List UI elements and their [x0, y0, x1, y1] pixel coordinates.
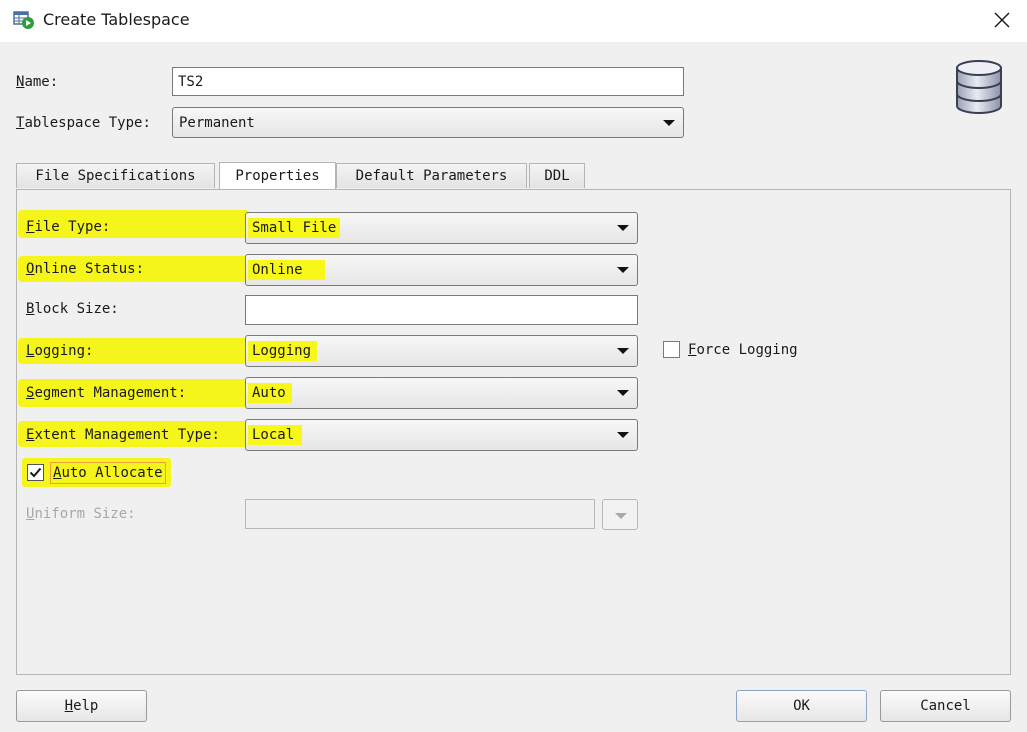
help-button[interactable]: Help — [16, 690, 147, 722]
logging-label: Logging: — [26, 343, 94, 359]
uniform-size-unit-select — [602, 499, 638, 530]
tab-file-specifications[interactable]: File Specifications — [16, 163, 215, 188]
file-type-select[interactable]: Small File — [245, 212, 638, 244]
close-button[interactable] — [986, 6, 1018, 34]
window-title: Create Tablespace — [43, 10, 190, 29]
tablespace-app-icon — [13, 11, 34, 29]
tablespace-type-value: Permanent — [179, 114, 255, 131]
auto-allocate-checkbox[interactable] — [27, 464, 44, 481]
extent-management-label: Extent Management Type: — [26, 427, 220, 443]
extent-management-value: Local — [248, 425, 303, 445]
logging-value: Logging — [248, 341, 318, 361]
name-label: Name: — [16, 74, 59, 90]
uniform-size-input — [245, 499, 595, 529]
file-type-label: File Type: — [26, 219, 111, 235]
block-size-input[interactable] — [245, 295, 638, 325]
tab-properties[interactable]: Properties — [219, 162, 336, 189]
name-input[interactable]: TS2 — [172, 67, 684, 96]
force-logging-label[interactable]: Force Logging — [688, 341, 798, 359]
extent-management-select[interactable]: Local — [245, 419, 638, 451]
segment-management-label: Segment Management: — [26, 385, 187, 401]
chevron-down-icon — [663, 119, 675, 126]
block-size-label: Block Size: — [26, 301, 119, 317]
logging-select[interactable]: Logging — [245, 335, 638, 367]
chevron-down-icon — [617, 267, 629, 273]
close-icon — [994, 12, 1010, 28]
online-status-value: Online — [248, 260, 325, 280]
cancel-button[interactable]: Cancel — [880, 690, 1011, 722]
tablespace-type-label: Tablespace Type: — [16, 115, 151, 131]
force-logging-checkbox[interactable] — [663, 341, 680, 358]
chevron-down-icon — [617, 225, 629, 231]
title-bar: Create Tablespace — [0, 0, 1027, 42]
name-input-value: TS2 — [178, 73, 204, 90]
chevron-down-icon — [617, 432, 629, 438]
uniform-size-label: Uniform Size: — [26, 506, 136, 522]
create-tablespace-dialog: Create Tablespace Name: TS2 Tablespace T… — [0, 0, 1027, 732]
segment-management-select[interactable]: Auto — [245, 377, 638, 409]
tab-ddl[interactable]: DDL — [529, 163, 585, 188]
chevron-down-icon — [615, 513, 627, 519]
tablespace-type-select[interactable]: Permanent — [172, 107, 684, 138]
auto-allocate-label[interactable]: Auto Allocate — [50, 462, 166, 484]
ok-button[interactable]: OK — [736, 690, 867, 722]
segment-management-value: Auto — [248, 383, 292, 403]
checkmark-icon — [29, 467, 42, 478]
database-icon — [956, 60, 1002, 114]
tab-default-parameters[interactable]: Default Parameters — [336, 163, 527, 188]
chevron-down-icon — [617, 348, 629, 354]
online-status-select[interactable]: Online — [245, 254, 638, 286]
file-type-value: Small File — [248, 218, 341, 238]
online-status-label: Online Status: — [26, 261, 145, 277]
chevron-down-icon — [617, 390, 629, 396]
